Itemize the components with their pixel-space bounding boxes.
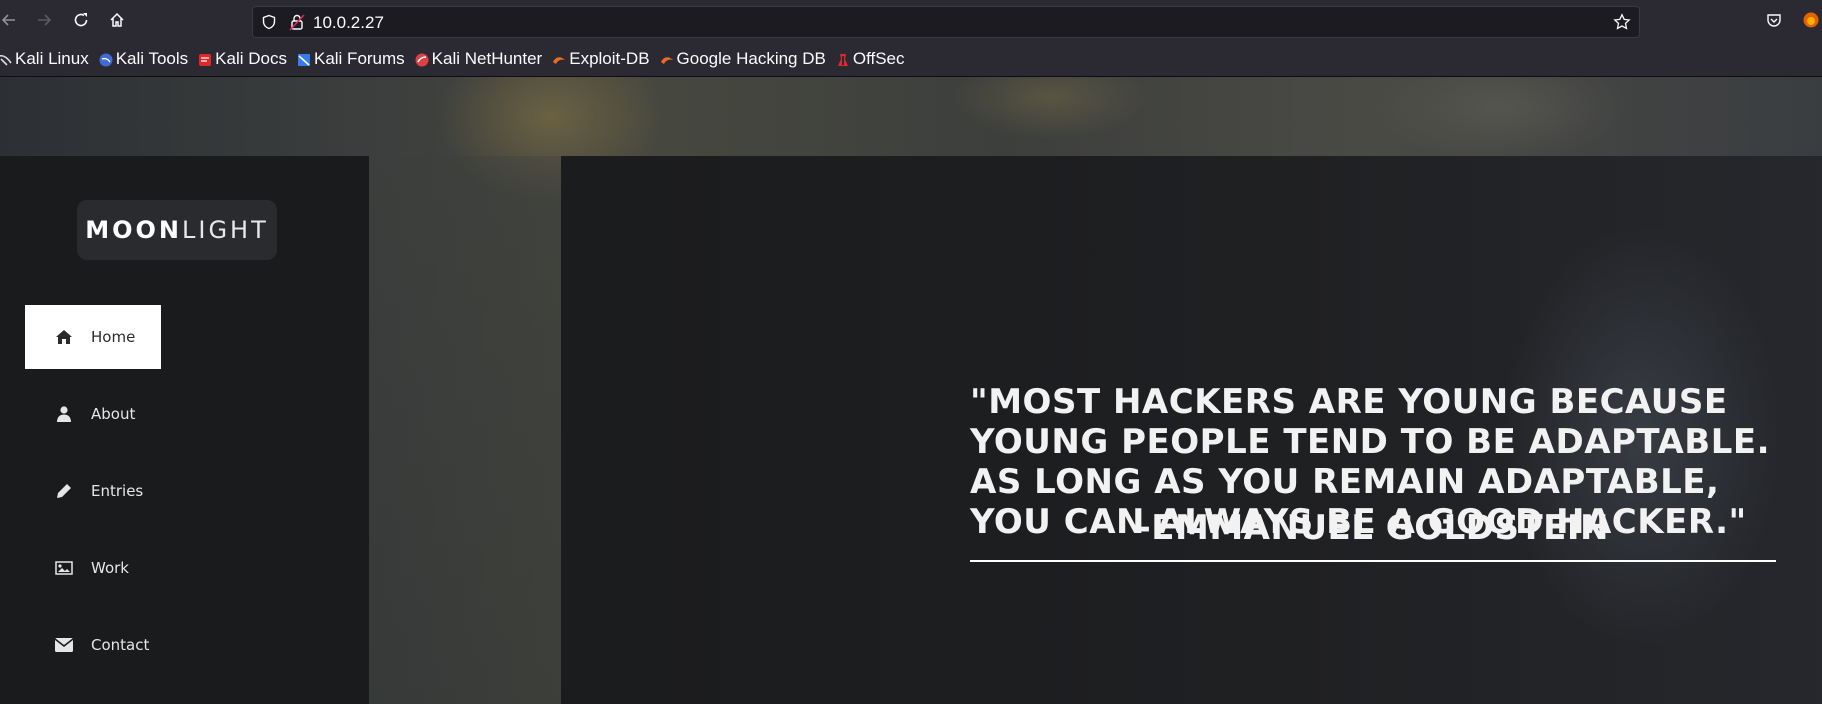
site-logo[interactable]: MOON LIGHT — [77, 200, 277, 260]
address-bar[interactable]: 10.0.2.27 — [252, 6, 1640, 38]
nethunter-icon — [415, 52, 429, 67]
kali-forums-icon — [297, 52, 311, 66]
menu-label: Contact — [91, 636, 150, 654]
logo-bold: MOON — [85, 216, 182, 244]
insecure-lock-icon — [289, 14, 305, 31]
background-strip — [369, 156, 561, 704]
sidebar: MOONLIGHT Home About Entries Work Conta — [0, 156, 369, 704]
browser-toolbar: 10.0.2.27 — [0, 0, 1822, 42]
user-icon — [55, 405, 73, 423]
pencil-icon — [55, 482, 73, 500]
envelope-icon — [55, 636, 73, 654]
bookmark-label: OffSec — [852, 49, 905, 68]
menu-item-entries[interactable]: Entries — [25, 459, 161, 523]
kali-docs-icon — [198, 52, 212, 66]
bookmark-kali-linux[interactable]: Kali Linux — [0, 42, 99, 76]
bookmark-label: Google Hacking DB — [676, 49, 826, 68]
kali-tools-icon — [99, 52, 113, 67]
firefox-icon — [1803, 12, 1819, 28]
pocket-icon — [1767, 14, 1781, 27]
shield-icon — [262, 14, 276, 30]
bookmark-label: Kali Tools — [115, 49, 189, 68]
bookmark-label: Kali Forums — [313, 49, 405, 68]
logo-light: LIGHT — [182, 216, 269, 244]
menu-label: About — [91, 405, 136, 423]
forward-button[interactable] — [33, 9, 55, 31]
menu-item-about[interactable]: About — [25, 382, 161, 446]
bookmarks-bar: Kali Linux Kali Tools Kali Docs Kali For… — [0, 42, 1822, 77]
menu-label: Entries — [91, 482, 144, 500]
bookmark-exploit-db[interactable]: Exploit-DB — [552, 42, 659, 76]
main-panel: "MOST HACKERS ARE YOUNG BECAUSE YOUNG PE… — [561, 156, 1822, 704]
bookmark-star-icon[interactable] — [1613, 13, 1631, 31]
image-icon — [55, 559, 73, 577]
bookmark-offsec[interactable]: OffSec — [836, 42, 915, 76]
home-icon — [55, 328, 73, 346]
bookmark-google-hacking-db[interactable]: Google Hacking DB — [660, 42, 836, 76]
ghdb-icon — [660, 52, 674, 66]
forward-arrow-icon — [38, 14, 52, 26]
reload-button[interactable] — [70, 9, 92, 31]
bookmark-label: Kali Docs — [215, 49, 287, 68]
bookmark-label: Kali NetHunter — [431, 49, 543, 68]
menu-item-work[interactable]: Work — [25, 536, 161, 600]
bookmark-label: Exploit-DB — [569, 49, 650, 68]
menu-item-contact[interactable]: Contact — [25, 613, 161, 677]
home-button[interactable] — [106, 9, 128, 31]
menu-label: Home — [91, 328, 136, 346]
bookmark-kali-tools[interactable]: Kali Tools — [99, 42, 198, 76]
offsec-icon — [836, 52, 850, 66]
extension-button[interactable] — [1800, 9, 1822, 31]
back-button[interactable] — [0, 9, 20, 31]
bookmark-label: Kali Linux — [15, 49, 89, 68]
pocket-button[interactable] — [1763, 9, 1785, 31]
url-text: 10.0.2.27 — [313, 13, 384, 32]
bookmark-kali-docs[interactable]: Kali Docs — [198, 42, 297, 76]
menu-label: Work — [91, 559, 129, 577]
menu-item-home[interactable]: Home — [25, 305, 161, 369]
bookmark-kali-forums[interactable]: Kali Forums — [297, 42, 415, 76]
reload-icon — [74, 13, 88, 27]
bookmark-kali-nethunter[interactable]: Kali NetHunter — [415, 42, 553, 76]
exploit-db-icon — [552, 52, 566, 66]
back-arrow-icon — [1, 14, 15, 26]
home-outline-icon — [110, 12, 124, 27]
kali-dragon-icon — [0, 52, 12, 66]
quote-author: -EMMANUEL GOLDSTEIN — [1136, 508, 1609, 548]
page-viewport: MOONLIGHT Home About Entries Work Conta — [0, 77, 1822, 704]
quote-divider — [970, 560, 1776, 562]
